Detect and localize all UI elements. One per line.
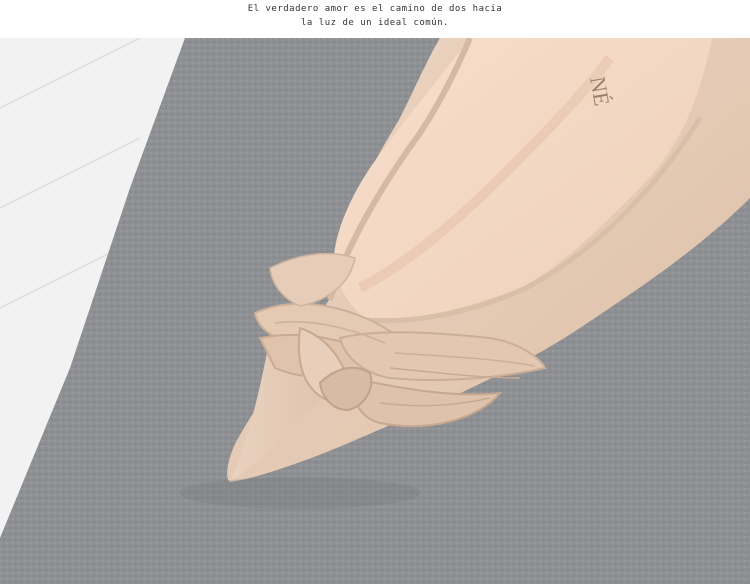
caption-line-2: la luz de un ideal común. (301, 18, 449, 28)
caption-banner: El verdadero amor es el camino de dos ha… (0, 0, 750, 38)
caption-line-1: El verdadero amor es el camino de dos ha… (247, 4, 503, 14)
product-photo: NÉ (0, 38, 750, 584)
brand-stamp: NÉ (585, 75, 615, 108)
shoe-photo-illustration: NÉ (0, 38, 750, 584)
